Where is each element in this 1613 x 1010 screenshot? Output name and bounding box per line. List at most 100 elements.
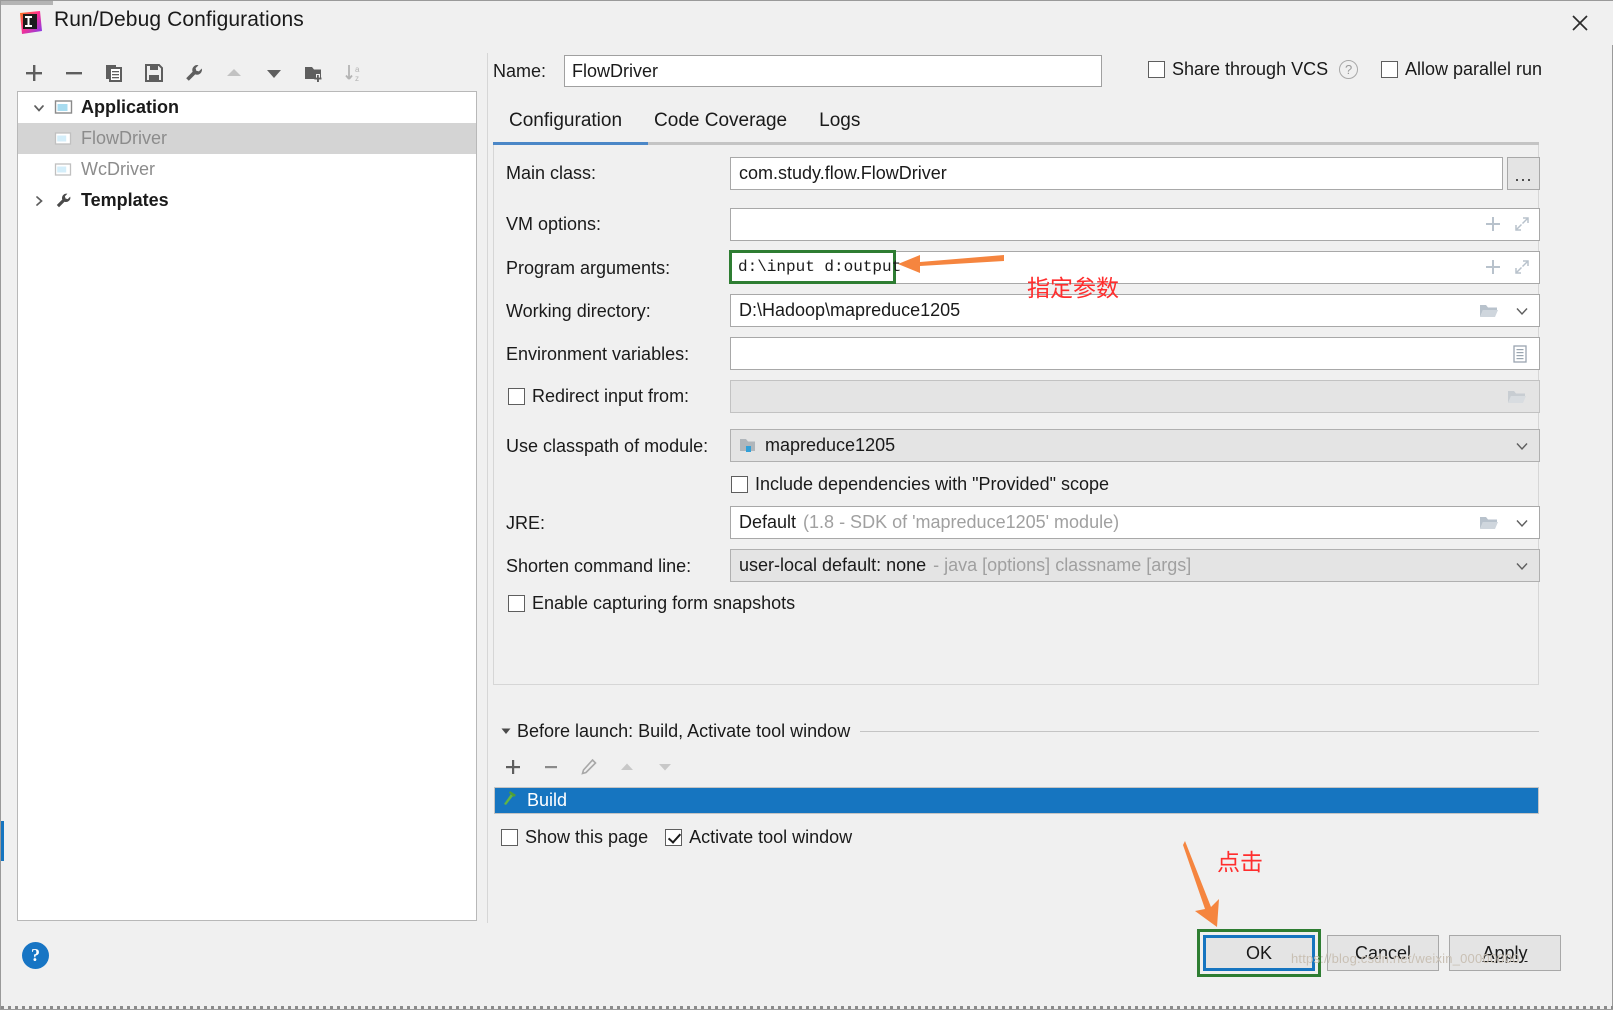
tab-bar: Configuration Code Coverage Logs xyxy=(493,107,1593,143)
working-directory-dropdown-icon[interactable] xyxy=(1511,300,1533,322)
collapse-caret-icon[interactable] xyxy=(495,720,517,742)
intellij-idea-logo-icon xyxy=(17,9,43,35)
environment-variables-input[interactable] xyxy=(730,337,1540,370)
chevron-right-icon[interactable] xyxy=(26,185,52,216)
remove-button[interactable] xyxy=(57,56,91,90)
bl-remove-button[interactable] xyxy=(537,753,565,781)
svg-text:a: a xyxy=(355,65,360,74)
activate-tool-window-label: Activate tool window xyxy=(689,827,853,847)
sort-alpha-icon[interactable]: a z xyxy=(337,56,371,90)
help-icon[interactable]: ? xyxy=(22,942,49,969)
use-classpath-dropdown-icon[interactable] xyxy=(1511,435,1533,457)
title-bar: Run/Debug Configurations xyxy=(1,1,1613,45)
bl-add-button[interactable] xyxy=(499,753,527,781)
share-vcs-checkbox-box[interactable] xyxy=(1148,61,1165,78)
move-down-button[interactable] xyxy=(257,56,291,90)
chevron-down-icon[interactable] xyxy=(26,92,52,123)
before-launch-options: Show this page Activate tool window xyxy=(501,827,852,848)
jre-combobox[interactable]: Default (1.8 - SDK of 'mapreduce1205' mo… xyxy=(730,506,1540,539)
panel-divider xyxy=(487,53,488,923)
working-directory-label: Working directory: xyxy=(506,301,651,321)
vm-options-label: VM options: xyxy=(506,214,602,234)
close-icon[interactable] xyxy=(1562,7,1598,39)
working-directory-browse-icon[interactable] xyxy=(1478,300,1500,322)
use-classpath-value: mapreduce1205 xyxy=(765,435,896,455)
folder-add-icon[interactable] xyxy=(297,56,331,90)
vm-options-expand-icon[interactable] xyxy=(1511,213,1533,235)
name-label: Name: xyxy=(493,61,547,81)
shorten-command-dropdown-icon[interactable] xyxy=(1511,555,1533,577)
pencil-icon[interactable] xyxy=(575,753,603,781)
program-arguments-annotation-text: 指定参数 xyxy=(1027,276,1119,302)
wrench-icon xyxy=(52,190,74,212)
tree-node-templates[interactable]: Templates xyxy=(18,185,476,216)
activate-tool-window-checkbox-box[interactable] xyxy=(665,829,683,846)
program-arguments-expand-icon[interactable] xyxy=(1511,256,1533,278)
working-directory-input[interactable]: D:\Hadoop\mapreduce1205 xyxy=(730,294,1540,327)
use-classpath-combobox[interactable]: mapreduce1205 xyxy=(730,429,1540,462)
run-config-icon xyxy=(52,159,74,181)
program-arguments-highlight-box[interactable]: d:\input d:output xyxy=(729,250,901,284)
wrench-icon[interactable] xyxy=(177,56,211,90)
redirect-input-browse-icon[interactable] xyxy=(1506,386,1528,408)
tab-code-coverage[interactable]: Code Coverage xyxy=(638,107,803,141)
click-annotation-text: 点击 xyxy=(1217,850,1263,876)
tab-logs[interactable]: Logs xyxy=(803,107,876,141)
tree-node-flowdriver[interactable]: FlowDriver xyxy=(18,123,476,154)
redirect-input-field[interactable] xyxy=(730,380,1540,413)
bl-move-down-button[interactable] xyxy=(651,753,679,781)
redirect-input-checkbox[interactable]: Redirect input from: xyxy=(508,386,689,407)
vcs-help-icon[interactable]: ? xyxy=(1339,60,1359,79)
copy-button[interactable] xyxy=(97,56,131,90)
tab-configuration[interactable]: Configuration xyxy=(493,107,638,141)
vm-options-input[interactable] xyxy=(730,208,1540,241)
shorten-command-line-combobox[interactable]: user-local default: none - java [options… xyxy=(730,549,1540,582)
bl-move-up-button[interactable] xyxy=(613,753,641,781)
include-dependencies-checkbox[interactable]: Include dependencies with "Provided" sco… xyxy=(731,474,1109,495)
enable-snapshots-checkbox[interactable]: Enable capturing form snapshots xyxy=(508,593,795,614)
environment-variables-editor-icon[interactable] xyxy=(1509,343,1531,365)
module-icon xyxy=(739,437,757,454)
show-this-page-checkbox-box[interactable] xyxy=(501,829,518,846)
show-this-page-label: Show this page xyxy=(525,827,649,847)
move-up-button[interactable] xyxy=(217,56,251,90)
redirect-input-checkbox-box[interactable] xyxy=(508,388,525,405)
program-arguments-macro-icon[interactable] xyxy=(1482,256,1504,278)
activate-tool-window-checkbox[interactable]: Activate tool window xyxy=(665,827,852,848)
allow-parallel-run-checkbox[interactable]: Allow parallel run xyxy=(1381,59,1542,80)
jre-dropdown-icon[interactable] xyxy=(1511,512,1533,534)
tree-node-application[interactable]: Application xyxy=(18,92,476,123)
use-classpath-label: Use classpath of module: xyxy=(506,436,709,456)
vm-options-macro-icon[interactable] xyxy=(1482,213,1504,235)
allow-parallel-label: Allow parallel run xyxy=(1405,59,1543,79)
show-this-page-checkbox[interactable]: Show this page xyxy=(501,827,648,848)
title-bar-accent xyxy=(1,1,53,5)
before-launch-item-build[interactable]: Build xyxy=(495,788,1538,813)
before-launch-toolbar xyxy=(499,751,799,783)
include-dependencies-checkbox-box[interactable] xyxy=(731,476,748,493)
watermark-text: https://blog.csdn.net/weixin_00000000 xyxy=(1291,951,1520,966)
shorten-command-detail: - java [options] classname [args] xyxy=(933,555,1192,575)
tree-node-label: WcDriver xyxy=(81,159,155,179)
jre-browse-icon[interactable] xyxy=(1478,512,1500,534)
share-vcs-label: Share through VCS xyxy=(1172,59,1329,79)
main-class-browse-label: ... xyxy=(1514,165,1533,185)
enable-snapshots-label: Enable capturing form snapshots xyxy=(532,593,796,613)
before-launch-header: Before launch: Build, Activate tool wind… xyxy=(495,719,1539,743)
save-button[interactable] xyxy=(137,56,171,90)
tree-node-wcdriver[interactable]: WcDriver xyxy=(18,154,476,185)
before-launch-title: Before launch: Build, Activate tool wind… xyxy=(517,720,851,741)
configurations-tree[interactable]: Application FlowDriver WcDriver Template… xyxy=(17,91,477,921)
share-through-vcs-checkbox[interactable]: Share through VCS ? xyxy=(1148,59,1359,80)
jre-value-detail: (1.8 - SDK of 'mapreduce1205' module) xyxy=(803,512,1120,532)
main-class-input[interactable]: com.study.flow.FlowDriver xyxy=(730,157,1503,190)
main-class-browse-button[interactable]: ... xyxy=(1507,157,1540,190)
svg-text:z: z xyxy=(355,74,359,83)
allow-parallel-checkbox-box[interactable] xyxy=(1381,61,1398,78)
tree-node-label: FlowDriver xyxy=(81,128,168,148)
name-input[interactable] xyxy=(564,55,1102,87)
add-button[interactable] xyxy=(17,56,51,90)
enable-snapshots-checkbox-box[interactable] xyxy=(508,595,525,612)
